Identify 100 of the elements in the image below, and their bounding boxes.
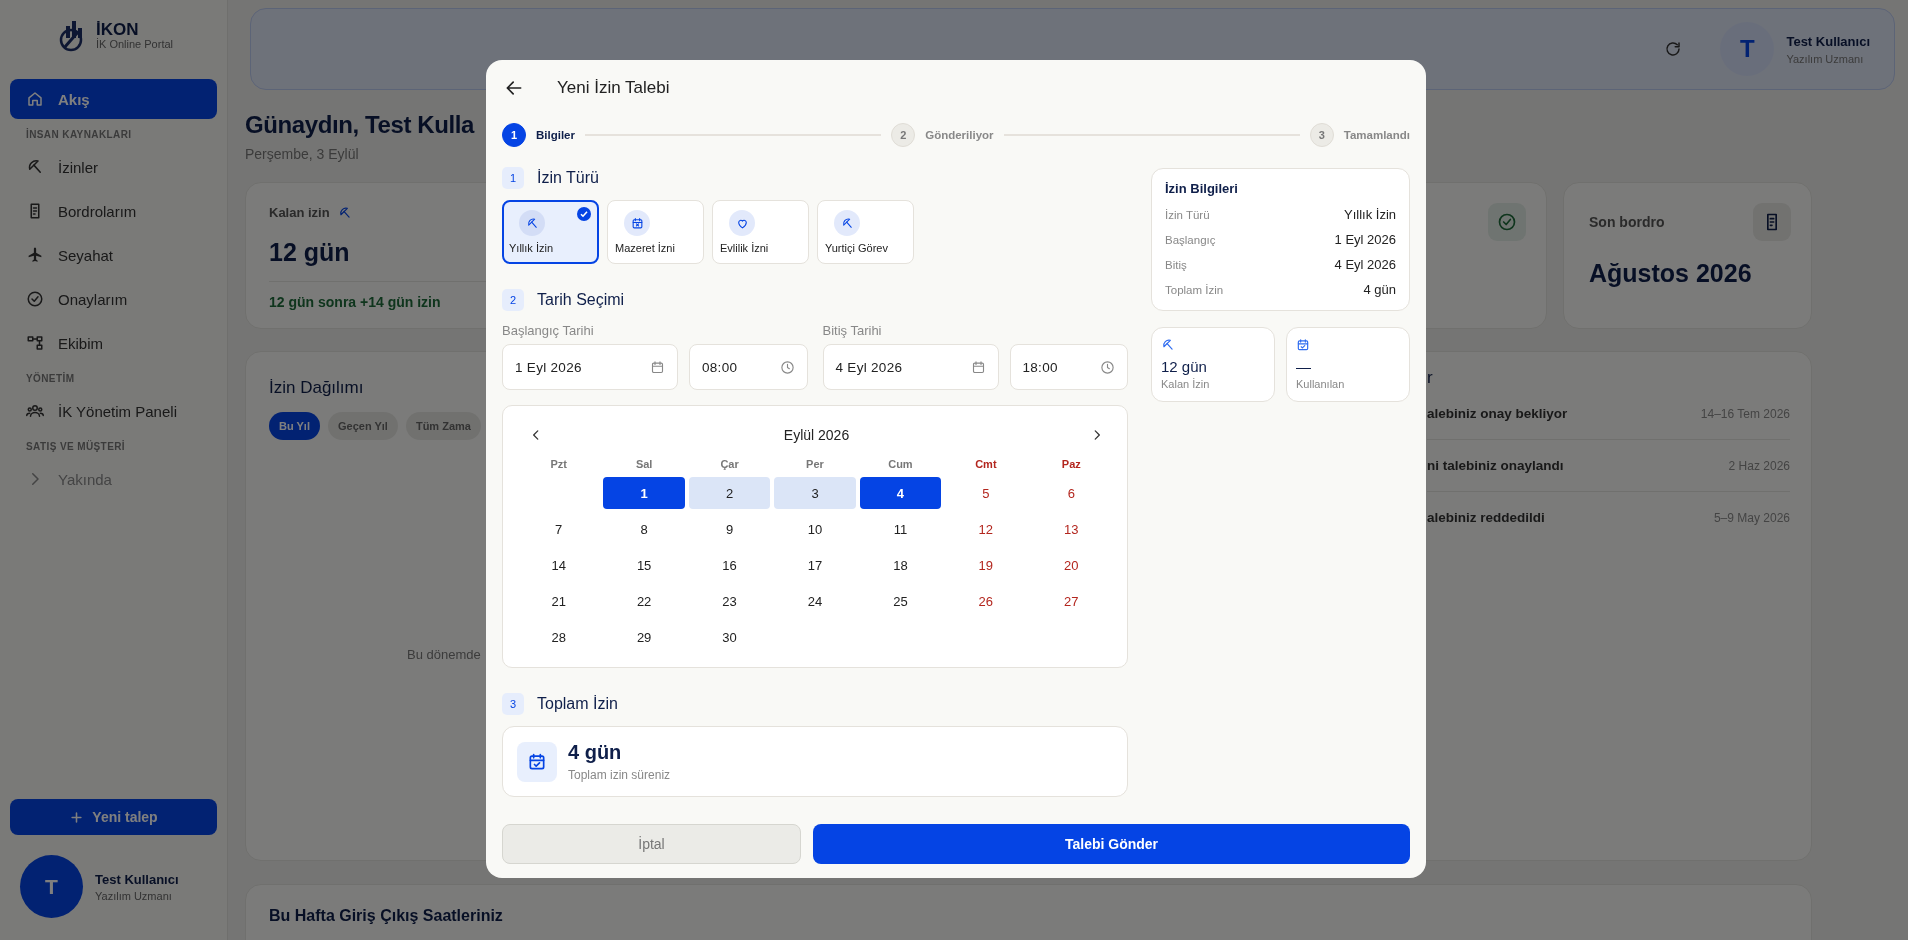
- calendar-day[interactable]: 22: [603, 585, 685, 617]
- cancel-button[interactable]: İptal: [502, 824, 801, 864]
- tile-label: Kalan İzin: [1161, 378, 1211, 390]
- summary-label: Bitiş: [1165, 258, 1187, 271]
- umbrella-icon: [1161, 338, 1175, 352]
- panel-title: İzin Dağılımı: [269, 378, 364, 398]
- weekday-label: Sal: [634, 457, 654, 472]
- calendar-day[interactable]: 18: [859, 549, 942, 581]
- field-label: Bitiş Tarihi: [822, 324, 883, 338]
- step-number: 1: [502, 123, 526, 147]
- section-number: 1: [502, 167, 524, 189]
- calendar-month: Eylül 2026: [783, 427, 850, 443]
- request-title: alebiniz onay bekliyor: [1427, 406, 1568, 421]
- hierarchy-icon: [26, 334, 44, 352]
- calendar-check-icon: [527, 751, 547, 772]
- calendar-day[interactable]: 19: [945, 549, 1027, 581]
- calendar-day[interactable]: 9: [688, 513, 771, 545]
- calendar-day[interactable]: 15: [603, 549, 685, 581]
- submit-button[interactable]: Talebi Gönder: [813, 824, 1410, 864]
- calendar-day[interactable]: 1: [603, 477, 685, 509]
- calendar-day[interactable]: 10: [774, 513, 856, 545]
- nav-item[interactable]: İzinler: [10, 147, 217, 187]
- nav-item[interactable]: Akış: [10, 79, 217, 119]
- umbrella-icon: [525, 216, 539, 230]
- calendar-day[interactable]: 6: [1030, 477, 1112, 509]
- umbrella-icon: [840, 216, 854, 230]
- section-label: SATIŞ VE MÜŞTERİ: [25, 439, 126, 454]
- calendar-day[interactable]: 3: [774, 477, 856, 509]
- leave-type-option[interactable]: Mazeret İzni: [607, 200, 704, 264]
- calendar-day[interactable]: 23: [688, 585, 771, 617]
- step-number: 2: [891, 123, 916, 147]
- calendar-day[interactable]: 12: [945, 513, 1027, 545]
- section-title: Toplam İzin: [537, 695, 618, 713]
- summary-value: 4 gün: [1363, 282, 1396, 297]
- date-field[interactable]: 4 Eyl 2026: [822, 344, 999, 390]
- tile-label: Kullanılan: [1296, 378, 1346, 390]
- calendar-day[interactable]: 11: [859, 513, 942, 545]
- calendar-day[interactable]: 27: [1030, 585, 1112, 617]
- calendar-day[interactable]: 5: [945, 477, 1027, 509]
- section-label: İNSAN KAYNAKLARI: [25, 127, 133, 142]
- weekday-label: Çar: [719, 457, 740, 472]
- nav-item[interactable]: Bordrolarım: [10, 191, 217, 231]
- user-role: Yazılım Uzmanı: [1786, 52, 1865, 65]
- calendar-day[interactable]: 16: [688, 549, 771, 581]
- section-number: 2: [502, 289, 524, 311]
- weekday-label: Paz: [1060, 457, 1082, 472]
- request-title: ni talebiniz onaylandı: [1427, 458, 1564, 473]
- calendar-day[interactable]: 4: [859, 477, 942, 509]
- calendar-day[interactable]: 26: [945, 585, 1027, 617]
- time-field[interactable]: 18:00: [1009, 344, 1128, 390]
- dialog-title: Yeni İzin Talebi: [557, 78, 670, 98]
- filter-chip[interactable]: Bu Yıl: [269, 412, 320, 440]
- nav-item[interactable]: Ekibim: [10, 323, 217, 363]
- calendar-day[interactable]: 17: [774, 549, 856, 581]
- calendar-day[interactable]: 25: [859, 585, 942, 617]
- user-name: Test Kullanıcı: [1786, 33, 1870, 49]
- summary-label: Başlangıç: [1165, 233, 1216, 246]
- summary-value: 4 Eyl 2026: [1334, 257, 1396, 272]
- weekday-label: Pzt: [549, 457, 568, 472]
- calendar-day[interactable]: 29: [603, 621, 685, 653]
- check-circle-icon: [1497, 212, 1517, 232]
- section-number: 3: [502, 693, 524, 715]
- leave-type-option[interactable]: Evlilik İzni: [712, 200, 809, 264]
- calendar-day[interactable]: 20: [1030, 549, 1112, 581]
- calendar-day[interactable]: 7: [518, 513, 600, 545]
- leave-type-option[interactable]: Yurtiçi Görev: [817, 200, 914, 264]
- calendar-check-icon: [1296, 338, 1310, 352]
- nav-item[interactable]: İK Yönetim Paneli: [10, 391, 217, 431]
- nav-item[interactable]: Seyahat: [10, 235, 217, 275]
- calendar-day[interactable]: 14: [518, 549, 600, 581]
- calendar-x-icon: [630, 216, 644, 230]
- home-icon: [26, 90, 44, 108]
- card-label: Kalan izin: [269, 205, 330, 220]
- leave-type-option[interactable]: Yıllık İzin: [502, 200, 599, 264]
- calendar-day[interactable]: 2: [688, 477, 771, 509]
- umbrella-icon: [26, 158, 44, 176]
- calendar-day[interactable]: 24: [774, 585, 856, 617]
- weekday-label: Per: [805, 457, 825, 472]
- refresh-icon[interactable]: [1664, 40, 1683, 58]
- new-request-button[interactable]: Yeni talep: [10, 799, 217, 835]
- calendar-day[interactable]: 30: [688, 621, 771, 653]
- section-title: Tarih Seçimi: [537, 291, 625, 309]
- greeting-date: Perşembe, 3 Eylül: [245, 146, 360, 162]
- greeting-title: Günaydın, Test Kulla: [245, 110, 474, 140]
- section-title: İzin Türü: [537, 169, 599, 187]
- time-field[interactable]: 08:00: [689, 344, 808, 390]
- empty-state-text: Bu dönemde: [407, 647, 482, 662]
- date-field[interactable]: 1 Eyl 2026: [502, 344, 678, 390]
- tile-value: 12 gün: [1161, 358, 1208, 375]
- calendar-day[interactable]: 8: [603, 513, 685, 545]
- calendar-day[interactable]: 28: [518, 621, 600, 653]
- total-caption: Toplam izin süreniz: [568, 768, 671, 782]
- weekday-label: Cmt: [974, 457, 998, 472]
- clock-icon: [1100, 359, 1115, 375]
- back-arrow-icon[interactable]: [504, 78, 524, 98]
- calendar-day[interactable]: 21: [518, 585, 600, 617]
- tile-value: —: [1296, 358, 1312, 375]
- nav-item[interactable]: Onaylarım: [10, 279, 217, 319]
- request-title: alebiniz reddedildi: [1427, 510, 1545, 525]
- calendar-day[interactable]: 13: [1030, 513, 1112, 545]
